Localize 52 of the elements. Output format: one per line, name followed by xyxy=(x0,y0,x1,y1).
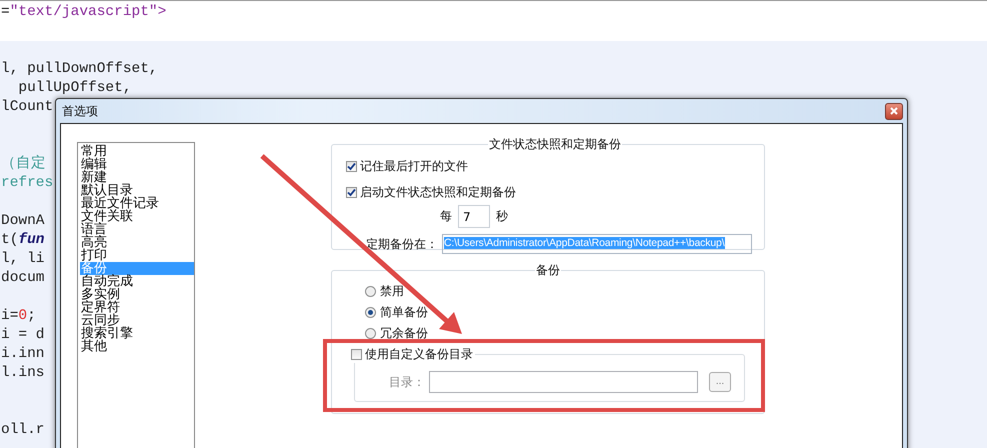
radio-label: 禁用 xyxy=(380,282,404,300)
close-button[interactable] xyxy=(885,102,903,120)
checkbox[interactable] xyxy=(346,187,357,198)
category-item[interactable]: 新建 xyxy=(80,171,194,184)
group-title: 备份 xyxy=(535,262,561,279)
group-title: 文件状态快照和定期备份 xyxy=(488,136,622,153)
category-item[interactable]: 常用 xyxy=(80,145,194,158)
directory-label: 目录： xyxy=(389,374,425,390)
category-item[interactable]: 默认目录 xyxy=(80,184,194,197)
window-title: 首选项 xyxy=(62,102,98,120)
code-line: oll.r xyxy=(1,421,45,440)
radio-button[interactable] xyxy=(365,286,376,296)
code-line: ="text/javascript"> xyxy=(1,3,166,22)
category-item[interactable]: 自动完成 xyxy=(80,275,194,288)
category-item[interactable]: 编辑 xyxy=(80,158,194,171)
category-item[interactable]: 打印 xyxy=(80,249,194,262)
code-line: lCount xyxy=(1,98,54,117)
close-icon xyxy=(890,107,898,115)
radio-button[interactable] xyxy=(365,306,376,318)
category-list[interactable]: 常用 编辑 新建 默认目录 最近文件记录 文件关联 语言 高亮 打印 备份 自动完成 多实例 定界符 云同步 搜索引擎 其他 xyxy=(77,142,195,448)
code-line: l.ins xyxy=(1,364,45,383)
category-item[interactable]: 多实例 xyxy=(80,288,194,301)
checkbox-label: 记住最后打开的文件 xyxy=(360,158,468,175)
radio-label: 简单备份 xyxy=(380,304,428,320)
code-line: （自定 xyxy=(1,155,46,174)
code-line: l, li xyxy=(1,250,45,269)
code-line: pullUpOffset, xyxy=(17,79,132,98)
category-item[interactable]: 定界符 xyxy=(80,301,194,314)
code-line: l, pullDownOffset, xyxy=(1,60,158,79)
interval-field[interactable]: 7 xyxy=(458,205,490,228)
code-line: i.inn xyxy=(1,345,45,364)
category-item[interactable]: 搜索引擎 xyxy=(80,327,194,340)
radio-button[interactable] xyxy=(365,328,376,338)
radio-label: 冗余备份 xyxy=(380,324,428,342)
category-item[interactable]: 高亮 xyxy=(80,236,194,249)
category-item[interactable]: 其他 xyxy=(80,340,194,353)
checkbox-label: 启动文件状态快照和定期备份 xyxy=(360,184,516,201)
category-item[interactable]: 语言 xyxy=(80,223,194,236)
checkbox[interactable] xyxy=(346,161,357,172)
code-line: t(fun xyxy=(1,231,45,250)
code-line: i = d xyxy=(1,326,45,345)
unit-label: 秒 xyxy=(496,208,508,225)
path-label: 定期备份在： xyxy=(366,236,438,252)
code-line: refres xyxy=(1,174,54,193)
code-line: docum xyxy=(1,269,45,288)
code-line: i=0; xyxy=(1,307,36,326)
checkbox-label: 使用自定义备份目录 xyxy=(365,346,473,363)
category-item[interactable]: 最近文件记录 xyxy=(80,197,194,210)
interval-label: 每 xyxy=(440,208,452,225)
code-line: DownA xyxy=(1,212,45,231)
category-item[interactable]: 文件关联 xyxy=(80,210,194,223)
category-item[interactable]: 云同步 xyxy=(80,314,194,327)
